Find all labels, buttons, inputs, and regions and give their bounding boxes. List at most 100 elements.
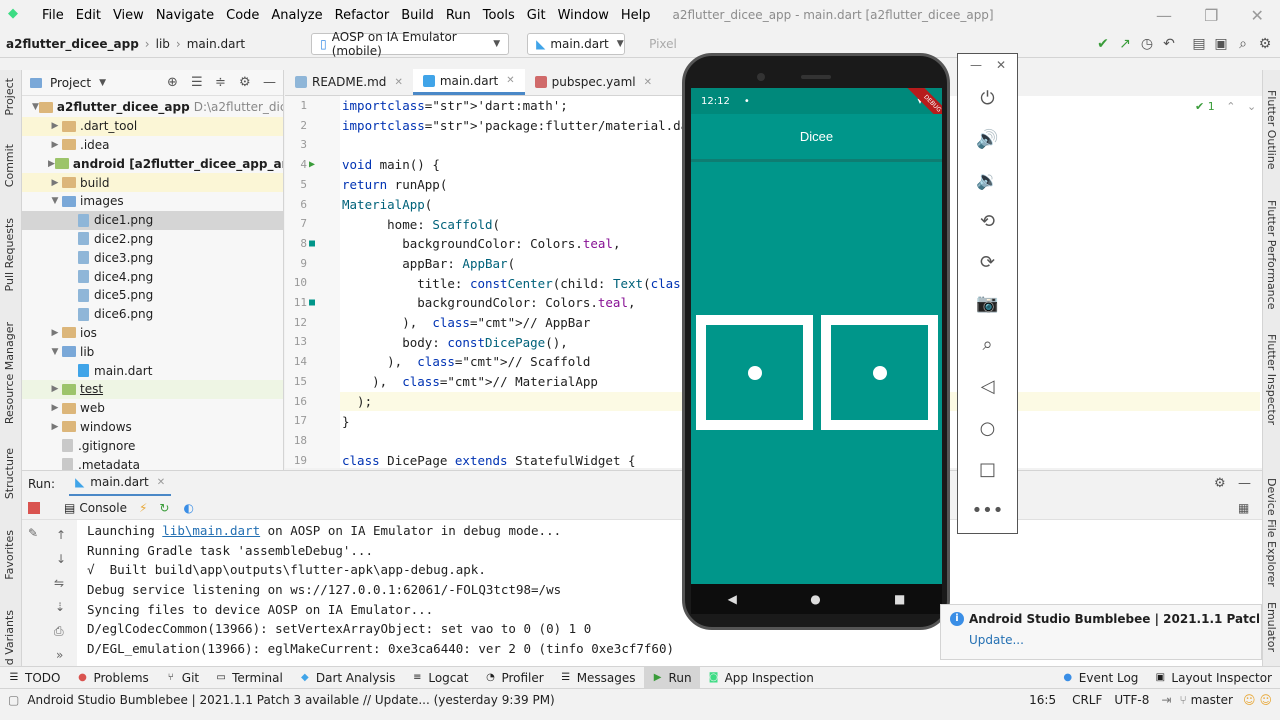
warning-indicator[interactable]: ✔ 1 ⌃ ⌄ xyxy=(1195,100,1256,113)
tool-todo[interactable]: ☰ TODO xyxy=(0,667,68,689)
close-icon[interactable]: ✕ xyxy=(1251,6,1264,25)
menu-help[interactable]: Help xyxy=(615,8,657,23)
volume-up-icon[interactable]: 🔊 xyxy=(958,129,1017,150)
more-icon[interactable]: ••• xyxy=(958,500,1017,521)
tree-item[interactable]: ▶ build xyxy=(22,173,283,192)
chevron-down-icon[interactable]: ▼ xyxy=(48,196,62,206)
code-line[interactable]: MaterialApp( xyxy=(342,195,432,215)
chevron-down-icon[interactable]: ▼ xyxy=(48,347,62,357)
code-line[interactable]: import class ="str">'package:flutter/mate… xyxy=(342,116,718,136)
collapse-all-icon[interactable]: ☰ xyxy=(191,75,215,90)
console-tab[interactable]: Console xyxy=(79,501,127,515)
right-dice-button[interactable] xyxy=(821,315,938,430)
chevron-down-icon[interactable]: ▼ xyxy=(32,102,39,112)
tool-resource-manager[interactable]: Resource Manager xyxy=(3,322,16,424)
tree-item[interactable]: ▶ web xyxy=(22,399,283,418)
close-tab-icon[interactable]: ✕ xyxy=(644,77,652,88)
code-line[interactable]: class DicePage extends StatefulWidget { xyxy=(342,451,636,471)
chevron-right-icon[interactable]: ▶ xyxy=(48,140,62,150)
tool-favorites[interactable]: Favorites xyxy=(3,530,16,580)
tool-terminal[interactable]: ▭ Terminal xyxy=(207,667,291,689)
code-line[interactable]: ), class ="cmt">// Scaffold xyxy=(342,352,590,372)
menu-git[interactable]: Git xyxy=(521,8,552,23)
tool-messages[interactable]: ☰ Messages xyxy=(552,667,644,689)
overview-icon[interactable]: □ xyxy=(958,459,1017,480)
check-icon[interactable]: ✔ xyxy=(1092,33,1114,55)
code-line[interactable]: backgroundColor: Colors. teal, xyxy=(342,293,635,313)
tree-item[interactable]: .gitignore xyxy=(22,436,283,455)
gear-icon[interactable]: ⚙ xyxy=(239,75,263,90)
tool-project[interactable]: Project xyxy=(3,78,16,116)
chevron-right-icon[interactable]: ▶ xyxy=(48,422,62,432)
expand-all-icon[interactable]: ≑ xyxy=(215,75,239,90)
color-swatch-icon[interactable]: ■ xyxy=(309,297,315,308)
chevron-right-icon[interactable]: ▶ xyxy=(48,328,62,338)
tool-app-inspection[interactable]: ◙ App Inspection xyxy=(700,667,822,689)
close-tab-icon[interactable]: ✕ xyxy=(157,477,165,488)
status-toggle-icon[interactable]: ▢ xyxy=(8,693,19,707)
code-line[interactable]: backgroundColor: Colors. teal, xyxy=(342,234,620,254)
rotate-left-icon[interactable]: ⟲ xyxy=(958,211,1017,232)
chevron-down-icon[interactable]: ⌄ xyxy=(1247,100,1256,113)
menu-edit[interactable]: Edit xyxy=(70,8,107,23)
volume-down-icon[interactable]: 🔉 xyxy=(958,170,1017,191)
smiley-icon[interactable]: ☺ xyxy=(1259,693,1272,707)
chevron-down-icon[interactable]: ▼ xyxy=(99,78,106,88)
rotate-right-icon[interactable]: ⟳ xyxy=(958,252,1017,273)
tree-item[interactable]: ▼ a2flutter_dicee_appD:\a2flutter_dicee_a… xyxy=(22,98,283,117)
tool-device-file-explorer[interactable]: Device File Explorer xyxy=(1265,478,1278,587)
menu-navigate[interactable]: Navigate xyxy=(150,8,220,23)
clear-icon[interactable]: » xyxy=(56,648,63,662)
tree-item[interactable]: ▼ lib xyxy=(22,342,283,361)
menu-file[interactable]: File xyxy=(36,8,70,23)
tool-pull-requests[interactable]: Pull Requests xyxy=(3,218,16,291)
devtools-icon[interactable]: ◐ xyxy=(183,501,193,515)
tool-structure[interactable]: Structure xyxy=(3,448,16,499)
tree-item[interactable]: dice4.png xyxy=(22,267,283,286)
chevron-right-icon[interactable]: ▶ xyxy=(48,384,62,394)
menu-window[interactable]: Window xyxy=(552,8,615,23)
code-line[interactable]: } xyxy=(342,411,350,431)
tree-item[interactable]: dice5.png xyxy=(22,286,283,305)
undo-icon[interactable]: ↶ xyxy=(1158,33,1180,55)
stop-icon[interactable] xyxy=(28,501,40,514)
code-line[interactable]: ), class ="cmt">// MaterialApp xyxy=(342,372,598,392)
tab-main-dart[interactable]: main.dart ✕ xyxy=(412,69,525,95)
tab-readme[interactable]: README.md ✕ xyxy=(285,69,413,95)
minimize-icon[interactable]: — xyxy=(970,58,982,72)
tree-item[interactable]: main.dart xyxy=(22,361,283,380)
home-icon[interactable]: ○ xyxy=(958,418,1017,439)
minimize-icon[interactable]: — xyxy=(1156,6,1172,25)
hot-restart-icon[interactable]: ↻ xyxy=(159,501,169,515)
tool-profiler[interactable]: ◔ Profiler xyxy=(476,667,551,689)
chevron-right-icon[interactable]: ▶ xyxy=(48,121,62,131)
tree-item[interactable]: dice3.png xyxy=(22,248,283,267)
close-tab-icon[interactable]: ✕ xyxy=(506,75,514,86)
recents-icon[interactable]: ■ xyxy=(894,592,905,606)
project-view-selector[interactable]: Project xyxy=(50,76,91,90)
console-file-link[interactable]: lib\main.dart xyxy=(162,523,260,538)
emulator-screen[interactable]: 12:12 • ▾ ▮ DEBUG Dicee xyxy=(691,88,942,584)
menu-tools[interactable]: Tools xyxy=(477,8,521,23)
menu-build[interactable]: Build xyxy=(395,8,440,23)
notification-update-link[interactable]: Update... xyxy=(969,633,1024,647)
menu-view[interactable]: View xyxy=(107,8,150,23)
tool-flutter-outline[interactable]: Flutter Outline xyxy=(1265,90,1278,170)
code-line[interactable]: home: Scaffold( xyxy=(342,214,500,234)
menu-code[interactable]: Code xyxy=(220,8,265,23)
close-icon[interactable]: ✕ xyxy=(996,58,1006,72)
history-icon[interactable]: ◷ xyxy=(1136,33,1158,55)
tree-item[interactable]: ▶ .dart_tool xyxy=(22,116,283,136)
tree-item[interactable]: dice6.png xyxy=(22,305,283,324)
chevron-right-icon[interactable]: ▶ xyxy=(48,178,62,188)
tool-dart-analysis[interactable]: ◆ Dart Analysis xyxy=(291,667,404,689)
scroll-end-icon[interactable]: ⇣ xyxy=(55,600,65,614)
tree-item[interactable]: ▶ windows xyxy=(22,418,283,437)
breadcrumb-lib[interactable]: lib xyxy=(150,37,176,51)
hot-reload-icon[interactable]: ⚡ xyxy=(139,501,147,515)
print-icon[interactable]: ⎙ xyxy=(54,624,64,639)
layout-icon[interactable]: ▦ xyxy=(1238,501,1262,515)
tool-commit[interactable]: Commit xyxy=(3,144,16,187)
up-arrow-icon[interactable]: ↑ xyxy=(56,528,66,542)
tool-flutter-performance[interactable]: Flutter Performance xyxy=(1265,200,1278,309)
